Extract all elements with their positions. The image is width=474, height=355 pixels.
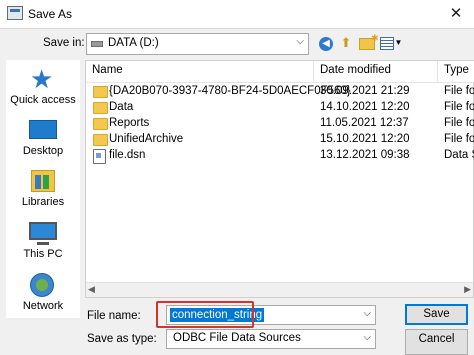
computer-stand [37,242,49,245]
item-date: 15.10.2021 12:20 [320,133,410,145]
list-item[interactable]: Data 14.10.2021 12:20 File fo [86,100,474,116]
folder-icon [93,102,108,114]
new-folder-button[interactable]: ✱ [357,33,379,53]
dsn-file-icon [93,149,106,164]
new-folder-icon: ✱ [359,34,379,50]
item-date: 30.09.2021 21:29 [320,85,410,97]
computer-icon [29,222,57,240]
item-date: 11.05.2021 12:37 [320,117,409,129]
place-label: This PC [23,248,63,260]
place-this-pc[interactable]: This PC [6,216,80,266]
close-button[interactable]: ✕ [438,0,474,28]
place-label: Quick access [10,94,76,106]
item-name: {DA20B070-3937-4780-BF24-5D0AECF0F560} [109,85,351,97]
horizontal-scrollbar[interactable]: ◀ ▶ [86,282,473,297]
place-label: Network [22,300,64,312]
annotation-highlight-box [156,301,254,328]
column-header-name[interactable]: Name [86,61,314,83]
folder-icon [93,118,108,130]
chevron-down-icon[interactable]: ⌵ [363,308,371,319]
place-label: Libraries [21,196,65,208]
item-date: 13.12.2021 09:38 [320,149,410,161]
item-type: File fo [444,117,474,129]
column-header-date-modified[interactable]: Date modified [314,61,438,83]
save-button[interactable]: Save [405,304,468,325]
place-desktop[interactable]: Desktop [6,113,80,163]
up-folder-icon: ⬆ [340,35,352,50]
folder-icon [93,134,108,146]
item-name: UnifiedArchive [109,133,184,145]
back-arrow-icon: ◀ [319,37,333,51]
window-title: Save As [28,7,73,21]
folder-icon [93,86,108,98]
title-bar: Save As ✕ [0,0,474,28]
list-item[interactable]: UnifiedArchive 15.10.2021 12:20 File fo [86,132,474,148]
save-as-type-dropdown[interactable]: ODBC File Data Sources ⌵ [166,329,376,349]
chevron-down-icon[interactable]: ⌵ [296,36,304,47]
dialog-window-icon [7,6,23,20]
list-item[interactable]: file.dsn 13.12.2021 09:38 Data S [86,148,474,164]
cancel-button[interactable]: Cancel [405,329,468,355]
chevron-down-icon[interactable]: ⌵ [363,332,371,343]
item-type: File fo [444,85,474,97]
view-menu-button[interactable]: ▼ [379,33,403,53]
place-label: Desktop [22,145,64,157]
back-button[interactable]: ◀ [317,33,335,53]
scroll-right-icon[interactable]: ▶ [464,284,471,295]
desktop-icon [29,120,57,139]
item-type: File fo [444,101,474,113]
libraries-icon [31,170,55,192]
save-in-label: Save in: [43,37,85,49]
item-name: Data [109,101,134,113]
list-item[interactable]: {DA20B070-3937-4780-BF24-5D0AECF0F560} 3… [86,84,474,100]
save-in-value: DATA (D:) [108,37,159,49]
item-name: file.dsn [109,149,146,161]
places-bar: ★ Quick access Desktop Libraries This PC… [6,60,80,318]
save-in-dropdown[interactable]: DATA (D:) ⌵ [86,33,309,55]
place-quick-access[interactable]: ★ Quick access [6,62,80,112]
view-menu-icon [379,37,394,50]
chevron-down-icon: ▼ [394,38,403,47]
item-name: Reports [109,117,150,129]
up-folder-button[interactable]: ⬆ [337,33,355,53]
star-icon: ★ [30,64,54,94]
scroll-left-icon[interactable]: ◀ [88,284,95,295]
drive-icon [91,41,103,47]
place-network[interactable]: Network [6,268,80,318]
item-type: Data S [444,149,474,161]
column-header-type[interactable]: Type [438,61,474,83]
list-item[interactable]: Reports 11.05.2021 12:37 File fo [86,116,474,132]
file-list-header: Name Date modified Type [86,61,474,83]
save-as-type-value: ODBC File Data Sources [173,332,301,344]
place-libraries[interactable]: Libraries [6,164,80,214]
item-date: 14.10.2021 12:20 [320,101,410,113]
file-list[interactable]: Name Date modified Type {DA20B070-3937-4… [85,60,474,298]
item-type: File fo [444,133,474,145]
network-icon [30,273,54,297]
file-name-label: File name: [87,310,141,322]
save-as-type-label: Save as type: [87,333,157,345]
